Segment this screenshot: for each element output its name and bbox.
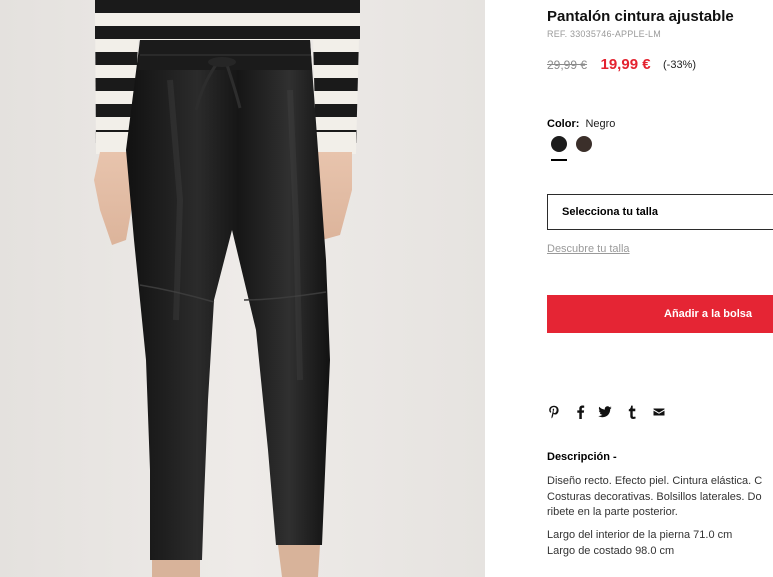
- add-to-bag-button[interactable]: Añadir a la bolsa: [547, 295, 773, 333]
- tumblr-icon[interactable]: [625, 404, 639, 420]
- description-title: Descripción -: [547, 451, 617, 463]
- measurement-inseam: Largo del interior de la pierna 71.0 cm: [547, 529, 733, 541]
- measurements: Largo del interior de la pierna 71.0 cm …: [547, 528, 732, 559]
- product-photo-illustration: [0, 0, 485, 577]
- sale-price: 19,99 €: [600, 56, 651, 74]
- selected-swatch-indicator: [551, 159, 567, 161]
- color-swatches: [551, 136, 611, 166]
- description-line: Diseño recto. Efecto piel. Cintura elást…: [547, 475, 763, 487]
- twitter-icon[interactable]: [598, 404, 612, 420]
- product-photo[interactable]: [0, 0, 485, 577]
- email-icon[interactable]: [652, 404, 666, 420]
- original-price: 29,99 €: [547, 57, 588, 72]
- color-swatch-negro[interactable]: [551, 136, 567, 152]
- product-page: Pantalón cintura ajustable REF. 33035746…: [0, 0, 773, 577]
- color-swatch-marron[interactable]: [576, 136, 592, 152]
- measurement-side-length: Largo de costado 98.0 cm: [547, 544, 675, 557]
- color-selected-value: Negro: [585, 118, 616, 130]
- color-row: Color: Negro: [547, 118, 615, 130]
- product-info-panel: Pantalón cintura ajustable REF. 33035746…: [547, 0, 773, 577]
- discount-badge: (-33%): [663, 58, 697, 71]
- price-row: 29,99 € 19,99 € (-33%): [547, 56, 696, 74]
- color-label: Color:: [547, 118, 580, 130]
- description-line: Costuras decorativas. Bolsillos laterale…: [547, 490, 762, 503]
- share-icons: [547, 404, 677, 420]
- product-title: Pantalón cintura ajustable: [547, 8, 734, 25]
- product-reference: REF. 33035746-APPLE-LM: [547, 29, 661, 39]
- size-guide-link[interactable]: Descubre tu talla: [547, 243, 630, 255]
- description-line: ribete en la parte posterior.: [547, 506, 678, 518]
- size-select[interactable]: Selecciona tu talla: [547, 194, 773, 230]
- description-text: Diseño recto. Efecto piel. Cintura elást…: [547, 474, 773, 521]
- facebook-icon[interactable]: [573, 404, 587, 420]
- pinterest-icon[interactable]: [547, 404, 561, 420]
